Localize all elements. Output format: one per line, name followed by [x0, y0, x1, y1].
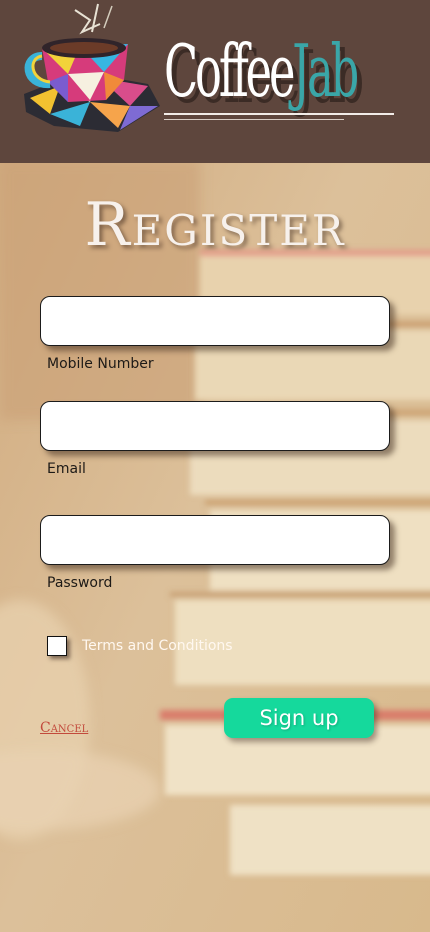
- brand-underline-secondary: [164, 119, 344, 120]
- brand-name-coffee: Coffee: [164, 29, 295, 113]
- brand-logo-text: CoffeeJab: [164, 26, 359, 116]
- mobile-number-input[interactable]: [40, 296, 390, 346]
- app-header: CoffeeJab: [0, 0, 430, 163]
- page-title: Register: [84, 190, 346, 260]
- mobile-number-label: Mobile Number: [47, 356, 154, 372]
- cancel-link[interactable]: Cancel: [40, 720, 88, 736]
- terms-and-conditions-label[interactable]: Terms and Conditions: [82, 638, 233, 654]
- coffee-cup-icon: [20, 2, 160, 142]
- password-input[interactable]: [40, 515, 390, 565]
- email-label: Email: [47, 461, 86, 477]
- email-input[interactable]: [40, 401, 390, 451]
- terms-checkbox[interactable]: [47, 636, 67, 656]
- brand-underline: [164, 113, 394, 115]
- password-label: Password: [47, 575, 113, 591]
- brand-name-jab: Jab: [292, 29, 359, 113]
- sign-up-button[interactable]: Sign up: [224, 698, 374, 738]
